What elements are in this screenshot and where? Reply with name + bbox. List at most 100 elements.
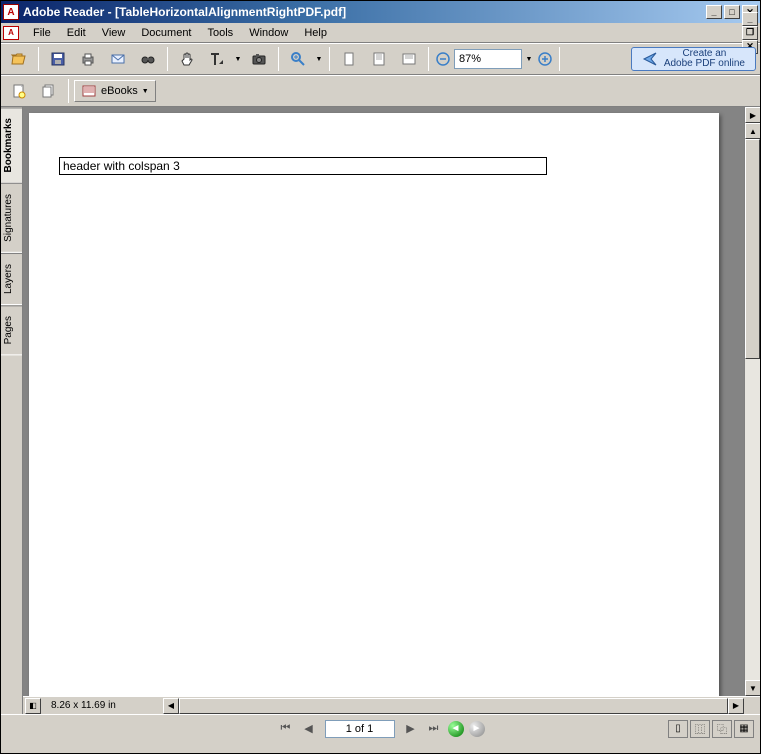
hand-tool-button[interactable] — [173, 46, 201, 72]
ebooks-label: eBooks — [101, 85, 138, 97]
new-document-icon — [11, 83, 27, 99]
zoom-value-dropdown[interactable]: ▼ — [524, 46, 534, 72]
magnifier-plus-icon — [290, 51, 306, 67]
secondary-toolbar: eBooks ▼ — [1, 75, 760, 107]
copy-doc-button[interactable] — [35, 78, 63, 104]
minimize-button[interactable]: _ — [706, 5, 722, 19]
single-page-view-button[interactable]: ▯ — [668, 720, 688, 738]
floppy-icon — [50, 51, 66, 67]
page-icon — [341, 51, 357, 67]
documents-icon — [41, 83, 57, 99]
zoom-input[interactable]: 87% — [454, 49, 522, 69]
fit-page-button[interactable] — [365, 46, 393, 72]
previous-page-button[interactable]: ◀ — [298, 719, 320, 739]
snapshot-button[interactable] — [245, 46, 273, 72]
print-button[interactable] — [74, 46, 102, 72]
next-page-button[interactable]: ▶ — [400, 719, 422, 739]
scroll-right-arrow-icon[interactable]: ▶ — [745, 107, 760, 123]
dimension-anchor-icon[interactable]: ◧ — [25, 698, 41, 714]
separator — [68, 79, 69, 103]
menu-edit[interactable]: Edit — [59, 25, 94, 41]
ebooks-button[interactable]: eBooks ▼ — [74, 80, 156, 102]
tab-layers[interactable]: Layers — [1, 253, 22, 305]
menu-view[interactable]: View — [94, 25, 134, 41]
plus-icon — [537, 51, 553, 67]
select-dropdown[interactable]: ▼ — [233, 46, 243, 72]
doc-minimize-button[interactable]: _ — [742, 12, 758, 26]
zoom-in-small-button[interactable] — [536, 46, 554, 72]
scroll-track[interactable] — [745, 139, 760, 680]
zoom-out-button[interactable] — [434, 46, 452, 72]
dimension-bar: ◧ 8.26 x 11.69 in ◀ ▶ — [23, 696, 760, 714]
text-select-icon — [209, 51, 225, 67]
previous-view-button[interactable]: ◄ — [448, 721, 464, 737]
document-area: header with colspan 3 ▶ ▲ ▼ ◧ 8.26 x 11.… — [23, 107, 760, 714]
page-number-text: 1 of 1 — [346, 723, 374, 735]
new-doc-button[interactable] — [5, 78, 33, 104]
fit-page-icon — [371, 51, 387, 67]
scroll-up-button[interactable]: ▲ — [745, 123, 760, 139]
app-icon: A — [3, 4, 19, 20]
vertical-scrollbar[interactable]: ▶ ▲ ▼ — [744, 107, 760, 696]
scroll-thumb[interactable] — [745, 139, 760, 359]
page-viewport[interactable]: header with colspan 3 — [23, 107, 744, 696]
facing-view-button[interactable]: ⿻ — [712, 720, 732, 738]
status-bar: ⏮ ◀ 1 of 1 ▶ ⏭ ◄ ► ▯ ⿲ ⿻ ▦ — [1, 714, 760, 742]
doc-restore-button[interactable]: ❐ — [742, 26, 758, 40]
separator — [428, 47, 429, 71]
maximize-button[interactable]: □ — [724, 5, 740, 19]
horizontal-scrollbar[interactable]: ◀ ▶ — [163, 698, 744, 714]
menu-file[interactable]: File — [25, 25, 59, 41]
separator — [278, 47, 279, 71]
tab-pages[interactable]: Pages — [1, 305, 22, 355]
fit-width-icon — [401, 51, 417, 67]
menu-window[interactable]: Window — [241, 25, 296, 41]
next-view-button[interactable]: ► — [469, 721, 485, 737]
separator — [329, 47, 330, 71]
zoom-in-button[interactable] — [284, 46, 312, 72]
menu-bar: A File Edit View Document Tools Window H… — [1, 23, 760, 43]
zoom-dropdown[interactable]: ▼ — [314, 46, 324, 72]
last-page-button[interactable]: ⏭ — [423, 719, 445, 739]
folder-open-icon — [11, 51, 27, 67]
create-pdf-line2: Adobe PDF online — [664, 59, 745, 69]
continuous-view-button[interactable]: ⿲ — [690, 720, 710, 738]
scroll-right-button[interactable]: ▶ — [728, 698, 744, 714]
page-number-input[interactable]: 1 of 1 — [325, 720, 395, 738]
menu-tools[interactable]: Tools — [200, 25, 242, 41]
binoculars-icon — [140, 51, 156, 67]
zoom-value: 87% — [459, 53, 481, 65]
resize-grip — [744, 698, 760, 714]
tab-signatures[interactable]: Signatures — [1, 183, 22, 253]
hand-icon — [179, 51, 195, 67]
window-title: Adobe Reader - [TableHorizontalAlignment… — [23, 5, 706, 19]
document-icon: A — [3, 26, 19, 40]
pdf-page: header with colspan 3 — [29, 113, 719, 696]
camera-icon — [251, 51, 267, 67]
ebooks-icon — [81, 83, 97, 99]
separator — [559, 47, 560, 71]
select-text-button[interactable] — [203, 46, 231, 72]
save-button[interactable] — [44, 46, 72, 72]
document-table-cell: header with colspan 3 — [59, 157, 547, 175]
separator — [38, 47, 39, 71]
fit-width-button[interactable] — [395, 46, 423, 72]
title-bar: A Adobe Reader - [TableHorizontalAlignme… — [1, 1, 760, 23]
create-pdf-online-button[interactable]: Create an Adobe PDF online — [631, 47, 756, 71]
tab-bookmarks[interactable]: Bookmarks — [1, 107, 22, 183]
content-area: Bookmarks Signatures Layers Pages header… — [1, 107, 760, 714]
open-button[interactable] — [5, 46, 33, 72]
chevron-down-icon: ▼ — [142, 88, 149, 95]
menu-document[interactable]: Document — [133, 25, 199, 41]
search-button[interactable] — [134, 46, 162, 72]
minus-icon — [435, 51, 451, 67]
menu-help[interactable]: Help — [296, 25, 335, 41]
actual-size-button[interactable] — [335, 46, 363, 72]
separator — [167, 47, 168, 71]
navigation-pane-tabs: Bookmarks Signatures Layers Pages — [1, 107, 23, 714]
continuous-facing-view-button[interactable]: ▦ — [734, 720, 754, 738]
scroll-left-button[interactable]: ◀ — [163, 698, 179, 714]
email-button[interactable] — [104, 46, 132, 72]
first-page-button[interactable]: ⏮ — [275, 719, 297, 739]
scroll-down-button[interactable]: ▼ — [745, 680, 760, 696]
